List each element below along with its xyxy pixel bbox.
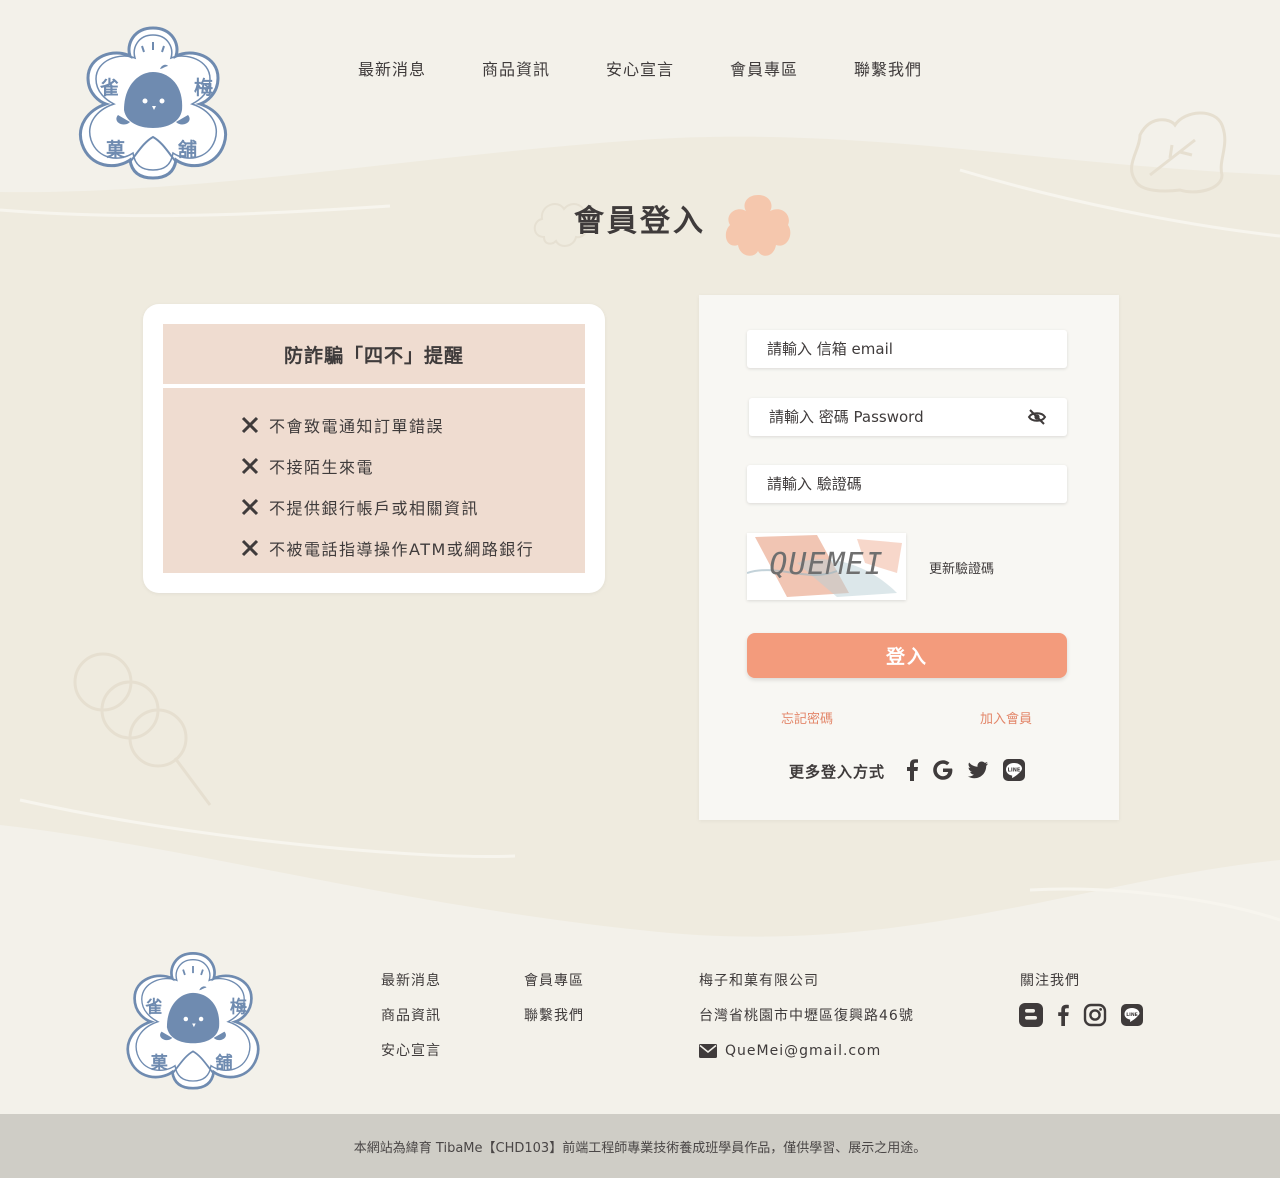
main-nav: 最新消息 商品資訊 安心宣言 會員專區 聯繫我們: [330, 56, 950, 80]
svg-text:LINE: LINE: [1126, 1012, 1138, 1018]
list-item: 不接陌生來電: [241, 445, 585, 486]
company-name: 梅子和菓有限公司: [699, 973, 819, 989]
close-icon: [241, 416, 259, 433]
footer-link-member[interactable]: 會員專區: [524, 971, 584, 1006]
close-icon: [241, 457, 259, 474]
captcha-field[interactable]: [767, 475, 1047, 493]
google-icon[interactable]: [930, 757, 956, 783]
footer-company-info: 梅子和菓有限公司 台灣省桃園市中壢區復興路46號 QueMei@gmail.co…: [699, 971, 914, 1076]
email-field-wrapper: [747, 330, 1067, 368]
logo-char: 舖: [178, 138, 197, 161]
logo-char: 菓: [105, 138, 126, 161]
captcha-field-wrapper: [747, 465, 1067, 503]
follow-us-label: 關注我們: [1020, 973, 1080, 989]
password-field-wrapper: [749, 398, 1067, 436]
password-field[interactable]: [769, 408, 1027, 426]
logo-char: 雀: [99, 77, 119, 99]
facebook-icon[interactable]: [1051, 1003, 1075, 1027]
copyright-bar: 本網站為緯育 TibaMe【CHD103】前端工程師專業技術養成班學員作品，僅供…: [0, 1114, 1280, 1178]
close-icon: [241, 498, 259, 515]
logo-char: 梅: [194, 76, 213, 99]
logo-char: 菓: [150, 1053, 169, 1073]
footer-link-products[interactable]: 商品資訊: [381, 1006, 441, 1041]
logo-char: 舖: [215, 1052, 232, 1073]
instagram-icon[interactable]: [1083, 1003, 1107, 1027]
login-form: QUEMEI 更新驗證碼 登入 忘記密碼 加入會員 更多登入方式 LINE: [699, 295, 1119, 820]
copyright-text: 本網站為緯育 TibaMe【CHD103】前端工程師專業技術養成班學員作品，僅供…: [353, 1140, 927, 1156]
company-address: 台灣省桃園市中壢區復興路46號: [699, 1008, 914, 1024]
login-button[interactable]: 登入: [747, 633, 1067, 678]
nav-item-news[interactable]: 最新消息: [330, 56, 454, 80]
blogger-icon[interactable]: [1019, 1003, 1043, 1027]
footer-nav-col1: 最新消息 商品資訊 安心宣言: [381, 971, 441, 1076]
logo-char: 雀: [144, 998, 162, 1018]
footer-logo[interactable]: 雀 梅 菓 舖: [120, 948, 266, 1090]
refresh-captcha-link[interactable]: 更新驗證碼: [929, 558, 994, 577]
reminder-heading: 防詐騙「四不」提醒: [163, 324, 585, 384]
twitter-icon[interactable]: [965, 757, 991, 783]
reminder-text: 不會致電通知訂單錯誤: [269, 416, 445, 436]
nav-item-safety[interactable]: 安心宣言: [578, 56, 702, 80]
eye-slash-icon[interactable]: [1027, 407, 1047, 427]
company-email-link[interactable]: QueMei@gmail.com: [725, 1043, 881, 1059]
line-icon[interactable]: LINE: [1120, 1003, 1144, 1027]
facebook-icon[interactable]: [899, 757, 925, 783]
nav-item-products[interactable]: 商品資訊: [454, 56, 578, 80]
list-item: 不被電話指導操作ATM或網路銀行: [241, 527, 585, 568]
logo-char: 梅: [230, 997, 247, 1018]
footer-link-contact[interactable]: 聯繫我們: [524, 1006, 584, 1041]
footer-link-safety[interactable]: 安心宣言: [381, 1041, 441, 1076]
captcha-image: QUEMEI: [747, 533, 906, 600]
email-field[interactable]: [767, 340, 1047, 358]
join-member-link[interactable]: 加入會員: [980, 708, 1032, 727]
forgot-password-link[interactable]: 忘記密碼: [781, 708, 833, 727]
reminder-text: 不接陌生來電: [269, 457, 375, 477]
page-title: 會員登入: [574, 204, 706, 239]
footer-nav-col2: 會員專區 聯繫我們: [524, 971, 584, 1041]
brand-logo[interactable]: 雀 梅 菓 舖: [72, 22, 234, 180]
captcha-text: QUEMEI: [769, 547, 884, 582]
more-login-label: 更多登入方式: [789, 763, 886, 781]
list-item: 不提供銀行帳戶或相關資訊: [241, 486, 585, 527]
list-item: 不會致電通知訂單錯誤: [241, 404, 585, 445]
close-icon: [241, 539, 259, 556]
svg-text:LINE: LINE: [1008, 768, 1021, 774]
nav-item-contact[interactable]: 聯繫我們: [826, 56, 950, 80]
fraud-reminder-card: 防詐騙「四不」提醒 不會致電通知訂單錯誤 不接陌生來電 不提供銀行帳戶或相關資訊…: [143, 304, 605, 593]
footer-link-news[interactable]: 最新消息: [381, 971, 441, 1006]
footer-follow-label: 關注我們: [1020, 971, 1080, 1006]
reminder-text: 不提供銀行帳戶或相關資訊: [269, 498, 480, 518]
mail-icon: [699, 1044, 717, 1058]
nav-item-member[interactable]: 會員專區: [702, 56, 826, 80]
line-icon[interactable]: LINE: [1001, 757, 1027, 783]
reminder-list: 不會致電通知訂單錯誤 不接陌生來電 不提供銀行帳戶或相關資訊 不被電話指導操作A…: [163, 388, 585, 573]
reminder-text: 不被電話指導操作ATM或網路銀行: [269, 539, 535, 559]
company-email-row: QueMei@gmail.com: [699, 1041, 914, 1076]
